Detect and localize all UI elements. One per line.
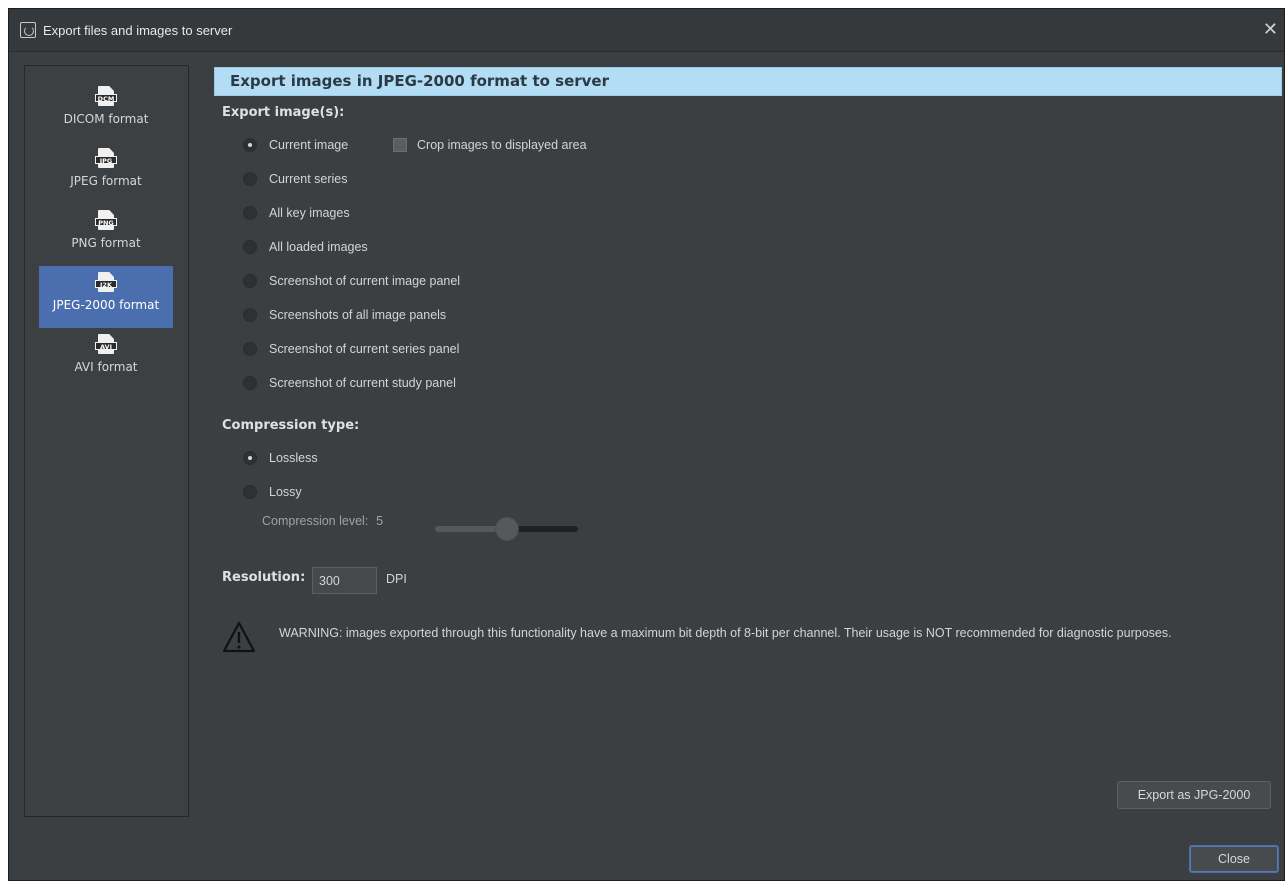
sidebar-item-dicom[interactable]: DCM DICOM format xyxy=(39,80,173,142)
j2k-file-icon: J2K xyxy=(95,272,117,294)
radio-all-key-images[interactable]: All key images xyxy=(243,203,350,223)
compression-level-slider[interactable] xyxy=(435,517,578,541)
radio-button[interactable] xyxy=(243,451,257,465)
format-sidebar: DCM DICOM format JPG JPEG format PNG PNG… xyxy=(24,65,189,817)
radio-button[interactable] xyxy=(243,274,257,288)
app-icon xyxy=(20,22,36,38)
radio-button[interactable] xyxy=(243,485,257,499)
radio-button[interactable] xyxy=(243,376,257,390)
close-icon[interactable]: ✕ xyxy=(1263,19,1278,40)
radio-screenshot-current-study-panel[interactable]: Screenshot of current study panel xyxy=(243,373,456,393)
sidebar-item-avi[interactable]: AVI AVI format xyxy=(39,328,173,390)
export-dialog: Export files and images to server ✕ DCM … xyxy=(8,8,1285,881)
avi-file-icon: AVI xyxy=(95,334,117,356)
sidebar-item-png[interactable]: PNG PNG format xyxy=(39,204,173,266)
radio-lossless[interactable]: Lossless xyxy=(243,448,318,468)
radio-button[interactable] xyxy=(243,342,257,356)
radio-button[interactable] xyxy=(243,206,257,220)
png-file-icon: PNG xyxy=(95,210,117,232)
radio-lossy[interactable]: Lossy xyxy=(243,482,302,502)
resolution-unit: DPI xyxy=(386,572,407,586)
radio-current-image[interactable]: Current image xyxy=(243,135,348,155)
warning-triangle-icon xyxy=(222,621,256,653)
export-button[interactable]: Export as JPG-2000 xyxy=(1117,781,1271,809)
sidebar-item-label: PNG format xyxy=(71,236,141,250)
radio-button[interactable] xyxy=(243,308,257,322)
crop-images-checkbox-row[interactable]: Crop images to displayed area xyxy=(393,135,587,155)
sidebar-item-label: JPEG format xyxy=(70,174,142,188)
radio-button[interactable] xyxy=(243,138,257,152)
resolution-label: Resolution: xyxy=(222,570,306,585)
compression-type-heading: Compression type: xyxy=(222,418,360,433)
slider-handle[interactable] xyxy=(495,517,519,541)
sidebar-item-jpeg[interactable]: JPG JPEG format xyxy=(39,142,173,204)
sidebar-item-label: AVI format xyxy=(74,360,138,374)
sidebar-item-label: DICOM format xyxy=(63,112,149,126)
radio-button[interactable] xyxy=(243,240,257,254)
export-images-heading: Export image(s): xyxy=(222,105,345,120)
radio-screenshots-all-image-panels[interactable]: Screenshots of all image panels xyxy=(243,305,446,325)
window-title: Export files and images to server xyxy=(43,22,233,38)
panel-header: Export images in JPEG-2000 format to ser… xyxy=(214,67,1282,96)
crop-images-checkbox[interactable] xyxy=(393,138,407,152)
sidebar-item-label: JPEG-2000 format xyxy=(52,298,160,312)
resolution-input[interactable] xyxy=(312,567,377,594)
close-button[interactable]: Close xyxy=(1189,845,1279,873)
radio-screenshot-current-series-panel[interactable]: Screenshot of current series panel xyxy=(243,339,459,359)
radio-button[interactable] xyxy=(243,172,257,186)
compression-level-row: Compression level: 5 xyxy=(262,514,383,528)
compression-level-value: 5 xyxy=(376,514,384,528)
radio-current-series[interactable]: Current series xyxy=(243,169,348,189)
dcm-file-icon: DCM xyxy=(95,86,117,108)
compression-level-label: Compression level: xyxy=(262,514,369,528)
radio-all-loaded-images[interactable]: All loaded images xyxy=(243,237,368,257)
warning-text: WARNING: images exported through this fu… xyxy=(279,626,1172,640)
jpg-file-icon: JPG xyxy=(95,148,117,170)
radio-screenshot-current-image-panel[interactable]: Screenshot of current image panel xyxy=(243,271,460,291)
title-bar: Export files and images to server ✕ xyxy=(9,9,1284,52)
sidebar-item-jpeg2000[interactable]: J2K JPEG-2000 format xyxy=(39,266,173,328)
